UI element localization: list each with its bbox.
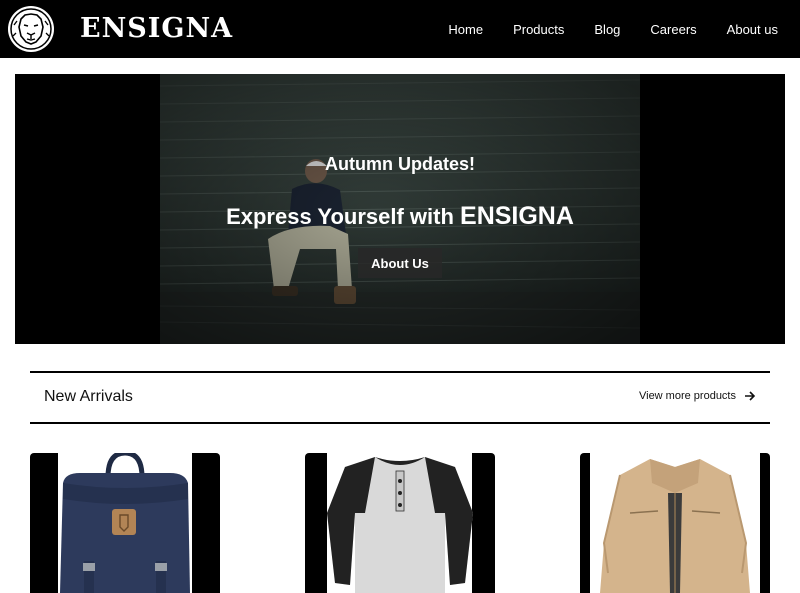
hero-subtitle: Autumn Updates! — [325, 154, 475, 174]
jacket-image — [590, 453, 760, 593]
view-more-products-link[interactable]: View more products — [639, 390, 756, 402]
main-nav: Home Products Blog Careers About us — [448, 0, 778, 58]
nav-careers[interactable]: Careers — [650, 22, 696, 37]
hero-title-prefix: Express Yourself with — [226, 204, 461, 229]
section-title: New Arrivals — [44, 388, 133, 405]
nav-home[interactable]: Home — [448, 22, 483, 37]
arrow-right-icon — [745, 391, 756, 401]
new-arrivals-header: New Arrivals View more products — [30, 371, 770, 424]
hero-banner: Autumn Updates! Express Yourself with EN… — [15, 74, 785, 344]
about-us-button[interactable]: About Us — [358, 248, 442, 278]
lion-head-icon[interactable] — [7, 5, 55, 53]
product-card-backpack[interactable] — [30, 453, 220, 593]
site-header: ENSIGNA Home Products Blog Careers About… — [0, 0, 800, 58]
nav-about-us[interactable]: About us — [727, 22, 778, 37]
backpack-image — [58, 453, 192, 593]
hero-title: Express Yourself with ENSIGNA — [15, 202, 785, 231]
view-more-label: View more products — [638, 390, 736, 402]
brand-name[interactable]: ENSIGNA — [80, 12, 233, 46]
henley-shirt-image — [327, 453, 473, 593]
nav-blog[interactable]: Blog — [594, 22, 620, 37]
hero-title-brand: ENSIGNA — [460, 202, 574, 230]
hero-text: Autumn Updates! Express Yourself with EN… — [15, 74, 785, 344]
product-card-henley[interactable] — [305, 453, 495, 593]
nav-products[interactable]: Products — [513, 22, 564, 37]
product-card-jacket[interactable] — [580, 453, 770, 593]
